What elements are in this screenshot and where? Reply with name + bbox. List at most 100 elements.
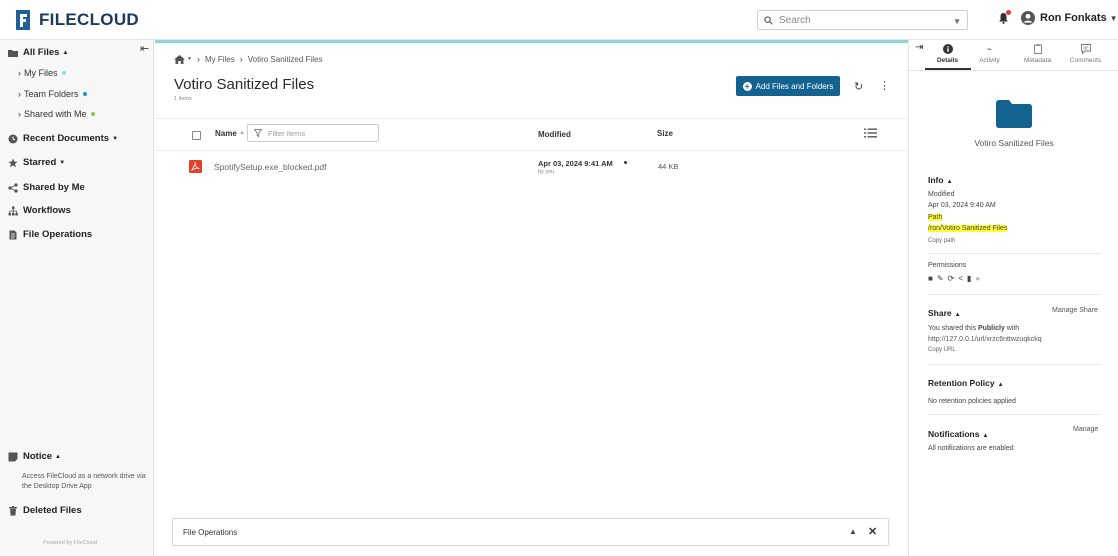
sidebar-item-label: Notice (23, 451, 53, 462)
share-text-prefix: You shared this (928, 325, 976, 332)
permission-icons: ■ ✎ ⟳ < ▮ ● (928, 274, 980, 283)
filter-box[interactable] (247, 124, 379, 142)
tab-comments[interactable]: Comments (1063, 44, 1108, 64)
notifications-section-title[interactable]: Notifications ▲ (928, 429, 988, 439)
refresh-icon[interactable]: ↻ (854, 80, 863, 93)
filter-input[interactable] (268, 128, 368, 138)
logo-text: FILECLOUD (39, 10, 139, 29)
tab-details[interactable]: Details (925, 44, 970, 64)
share-text-bold: Publicly (977, 325, 1005, 332)
chevron-right-icon: › (18, 89, 21, 99)
modified-label: Modified (928, 191, 955, 198)
sidebar-item-deleted-files[interactable]: Deleted Files (8, 505, 82, 516)
notice-text: Access FileCloud as a network drive via … (22, 473, 146, 490)
list-view-icon[interactable] (864, 128, 877, 138)
table-row[interactable]: SpotifySetup.exe_blocked.pdf Apr 03, 202… (155, 152, 908, 182)
table-header: Name ▲ Modified Size (155, 118, 908, 151)
sidebar-item-shared-with-me[interactable]: › Shared with Me (18, 109, 95, 119)
sidebar-item-label: File Operations (23, 229, 93, 240)
section-title-text: Retention Policy (928, 378, 995, 388)
user-menu[interactable]: Ron Fonkats ▼ (1021, 11, 1118, 25)
manage-share-link[interactable]: Manage Share (1052, 307, 1098, 314)
retention-section-title[interactable]: Retention Policy ▲ (928, 378, 1004, 388)
sort-icon[interactable]: ▲ (239, 130, 245, 136)
path-label-text: Path (928, 214, 943, 221)
home-dropdown-caret-icon[interactable]: ▼ (187, 56, 192, 62)
sidebar-item-all-files[interactable]: All Files ▲ (8, 47, 68, 58)
sidebar-item-label: Recent Documents (23, 133, 110, 144)
chevron-down-icon: ▼ (59, 159, 66, 166)
divider (928, 364, 1100, 365)
chevron-up-icon: ▲ (982, 433, 989, 439)
info-section-title[interactable]: Info ▲ (928, 175, 953, 185)
add-files-and-folders-button[interactable]: + Add Files and Folders (736, 76, 840, 96)
column-header-name[interactable]: Name (215, 129, 237, 138)
divider (928, 294, 1100, 295)
note-icon (8, 452, 18, 461)
column-header-modified[interactable]: Modified (538, 130, 571, 139)
file-operations-panel[interactable]: File Operations ▲ ✕ (172, 518, 889, 546)
search-dropdown-caret-icon[interactable]: ▼ (953, 17, 961, 26)
search-box[interactable]: ▼ (757, 10, 968, 30)
sidebar-item-recent-documents[interactable]: Recent Documents ▼ (8, 133, 118, 144)
expand-up-icon[interactable]: ▲ (849, 527, 857, 536)
sidebar-item-label: Shared with Me (24, 109, 87, 119)
share-section-title[interactable]: Share ▲ (928, 308, 961, 318)
manage-notifications-link[interactable]: Manage (1073, 426, 1098, 433)
sidebar-item-label: Team Folders (24, 89, 79, 99)
sidebar-item-notice[interactable]: Notice ▲ (8, 451, 61, 462)
lock-permission-icon: ● (975, 274, 981, 283)
sidebar: ⇤ All Files ▲ › My Files › Team Folders … (0, 40, 154, 556)
collapse-panel-icon[interactable]: ⇥ (915, 42, 923, 53)
chevron-up-icon: ▲ (954, 312, 961, 318)
section-title-text: Notifications (928, 429, 980, 439)
tabs-divider (909, 70, 1118, 71)
section-title-text: Share (928, 308, 952, 318)
sidebar-item-starred[interactable]: Starred ▼ (8, 157, 65, 168)
share-text-suffix: with (1006, 325, 1020, 332)
more-options-icon[interactable]: ⋮ (879, 79, 890, 92)
top-bar: FILECLOUD ▼ Ron Fonkats ▼ (0, 0, 1118, 40)
collapse-sidebar-icon[interactable]: ⇤ (140, 42, 149, 55)
star-icon (8, 158, 18, 167)
details-panel: ⇥ Details ⌁ Activity Metadata Comments V… (908, 40, 1118, 556)
sidebar-item-workflows[interactable]: Workflows (8, 205, 71, 216)
add-button-label: Add Files and Folders (755, 81, 834, 91)
trash-icon (9, 505, 17, 516)
chevron-up-icon: ▲ (55, 453, 61, 460)
sidebar-item-shared-by-me[interactable]: Shared by Me (8, 182, 85, 193)
delete-permission-icon: ▮ (966, 274, 972, 283)
copy-url-link[interactable]: Copy URL (928, 347, 956, 353)
sidebar-item-label: Shared by Me (23, 182, 85, 193)
file-name[interactable]: SpotifySetup.exe_blocked.pdf (214, 162, 326, 172)
share-text: You shared this Publicly with (928, 325, 1019, 332)
sidebar-item-team-folders[interactable]: › Team Folders (18, 89, 87, 99)
modified-value: Apr 03, 2024 9:40 AM (928, 202, 996, 209)
path-value: /ron/Votiro Sanitized Files (928, 225, 1008, 232)
folder-name: Votiro Sanitized Files (974, 138, 1054, 148)
column-header-size[interactable]: Size (657, 129, 673, 138)
breadcrumb-item-my-files[interactable]: My Files (205, 55, 235, 64)
clock-icon (8, 134, 18, 143)
sidebar-item-label: Deleted Files (23, 505, 82, 516)
search-input[interactable] (779, 14, 949, 26)
breadcrumb-item-current: Votiro Sanitized Files (247, 54, 323, 64)
close-icon[interactable]: ✕ (868, 525, 877, 538)
filter-icon (254, 129, 262, 137)
share-url[interactable]: http://127.0.0.1/url/xrzc6nttwzuqkckq (928, 336, 1042, 343)
sidebar-item-file-operations[interactable]: File Operations (8, 229, 92, 240)
tab-activity[interactable]: ⌁ Activity (967, 44, 1012, 64)
plus-circle-icon: + (742, 81, 752, 91)
copy-path-link[interactable]: Copy path (928, 238, 955, 244)
home-icon[interactable] (174, 54, 185, 64)
tab-metadata[interactable]: Metadata (1015, 44, 1060, 64)
chevron-up-icon: ▲ (62, 49, 69, 56)
notifications-bell[interactable] (998, 10, 1011, 27)
tab-label: Comments (1069, 57, 1102, 64)
folder-icon (8, 49, 18, 57)
notification-badge (1006, 10, 1011, 15)
sidebar-item-my-files[interactable]: › My Files (18, 68, 66, 78)
select-all-checkbox[interactable] (192, 131, 201, 140)
logo[interactable]: FILECLOUD (14, 9, 139, 31)
sidebar-item-label: All Files (23, 47, 60, 58)
